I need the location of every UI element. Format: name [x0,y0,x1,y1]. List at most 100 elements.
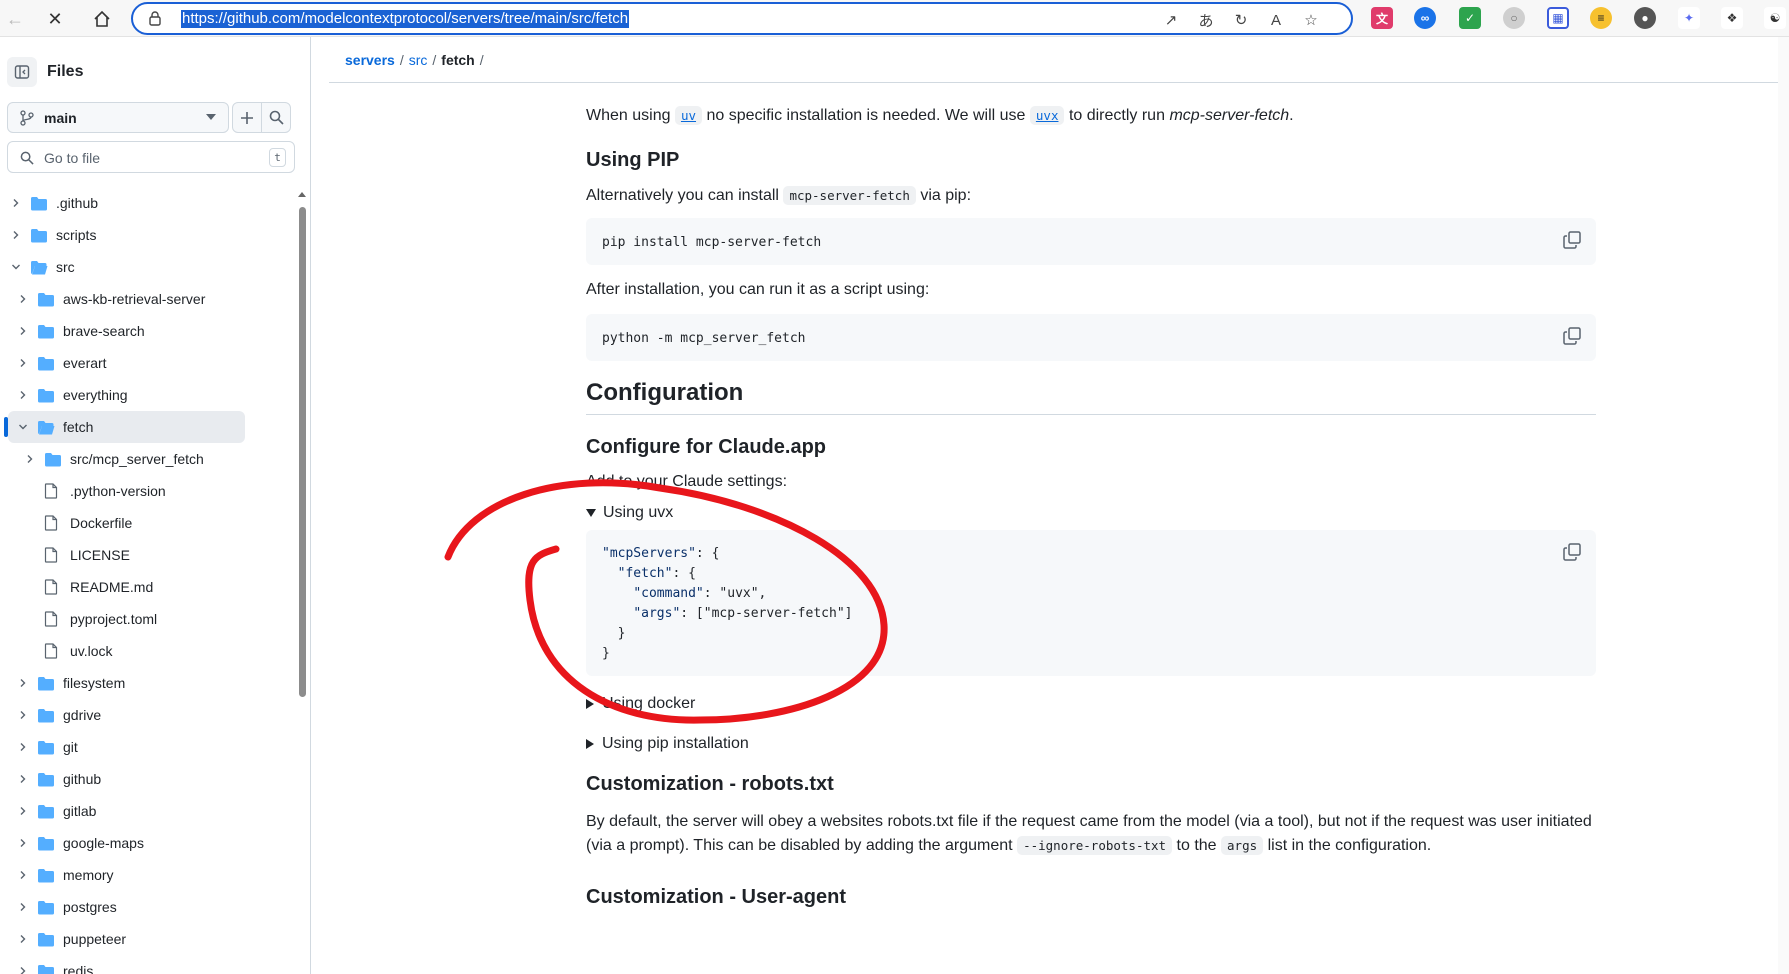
indent [602,566,618,581]
collapse-sidebar-button[interactable] [7,57,37,87]
chevron-right-icon[interactable] [15,291,31,307]
chevron-right-icon[interactable] [15,867,31,883]
tree-item-github[interactable]: github [0,763,245,795]
tree-item-memory[interactable]: memory [0,859,245,891]
tree-item-everart[interactable]: everart [0,347,245,379]
scroll-up-icon[interactable] [298,192,306,197]
go-to-file-input[interactable]: Go to file t [7,141,295,173]
tree-item-puppeteer[interactable]: puppeteer [0,923,245,955]
tree-item-pyproject-toml[interactable]: pyproject.toml [0,603,245,635]
tree-item-python-version[interactable]: .python-version [0,475,245,507]
tree-item-google-maps[interactable]: google-maps [0,827,245,859]
address-bar[interactable]: https://github.com/modelcontextprotocol/… [131,2,1353,35]
chevron-right-icon[interactable] [15,739,31,755]
site-info-icon[interactable] [147,10,163,26]
extension-spiral-icon[interactable]: ○ [1503,7,1525,29]
page-scrollbar[interactable] [1778,37,1789,974]
extension-blue-icon[interactable]: ∞ [1414,7,1436,29]
extension-bars-icon[interactable]: ≡ [1590,7,1612,29]
tree-item-everything[interactable]: everything [0,379,245,411]
tree-item-license[interactable]: LICENSE [0,539,245,571]
sidebar-scrollbar[interactable] [299,207,306,697]
json-value: : ["mcp-server-fetch"] [680,606,852,621]
extension-avatar-icon[interactable]: ● [1634,7,1656,29]
extension-edge-icon[interactable]: ☯ [1764,7,1786,29]
details-using-docker[interactable]: Using docker [586,695,695,713]
indent [602,586,633,601]
tree-item-postgres[interactable]: postgres [0,891,245,923]
spacer [22,579,38,595]
tree-item-gdrive[interactable]: gdrive [0,699,245,731]
heading-user-agent: Customization - User-agent [586,886,846,909]
tree-item-src[interactable]: src [0,251,245,283]
tree-item-brave-search[interactable]: brave-search [0,315,245,347]
tree-item-scripts[interactable]: scripts [0,219,245,251]
read-aloud-icon[interactable]: A [1266,10,1286,30]
chevron-right-icon[interactable] [15,675,31,691]
open-in-app-icon[interactable]: ↗ [1161,10,1181,30]
heading-divider [586,414,1596,415]
copy-icon[interactable] [1562,326,1582,346]
chevron-right-icon[interactable] [15,963,31,974]
chevron-right-icon[interactable] [15,803,31,819]
branch-selector[interactable]: main [7,102,229,133]
tree-item-src-mcp-server-fetch[interactable]: src/mcp_server_fetch [0,443,245,475]
tree-item-git[interactable]: git [0,731,245,763]
tree-item-fetch[interactable]: fetch [8,411,245,443]
extension-shield-icon[interactable]: ✓ [1459,7,1481,29]
extension-window-icon[interactable]: ▦ [1547,7,1569,29]
tree-item-dockerfile[interactable]: Dockerfile [0,507,245,539]
branch-name: main [44,110,77,126]
chevron-right-icon[interactable] [15,771,31,787]
tree-item-filesystem[interactable]: filesystem [0,667,245,699]
copy-icon[interactable] [1562,542,1582,562]
translate-icon[interactable]: あ [1196,10,1216,30]
chevron-right-icon[interactable] [15,707,31,723]
details-using-uvx[interactable]: Using uvx [586,504,673,522]
tree-item-label: filesystem [63,675,125,691]
home-icon[interactable] [89,6,115,32]
copy-icon[interactable] [1562,230,1582,250]
details-using-pip[interactable]: Using pip installation [586,735,749,753]
url-text[interactable]: https://github.com/modelcontextprotocol/… [181,10,629,28]
tree-item-label: gdrive [63,707,101,723]
chevron-right-icon[interactable] [8,195,24,211]
extensions-puzzle-icon[interactable]: ❖ [1721,7,1743,29]
main-content: servers / src / fetch / When using uv no… [329,37,1789,974]
chevron-right-icon[interactable] [15,899,31,915]
inline-code: mcp-server-fetch [783,186,915,205]
chevron-down-icon[interactable] [15,419,31,435]
tree-item-label: everything [63,387,128,403]
back-icon[interactable]: ← [2,6,28,32]
chevron-right-icon[interactable] [15,355,31,371]
chevron-right-icon[interactable] [15,931,31,947]
tree-item-aws-kb-retrieval-server[interactable]: aws-kb-retrieval-server [0,283,245,315]
uv-link[interactable]: uv [675,106,702,125]
breadcrumb-link-servers[interactable]: servers [345,52,395,68]
tree-item-readme-md[interactable]: README.md [0,571,245,603]
folder-open-icon [30,259,48,275]
search-files-button[interactable] [261,102,291,133]
favorite-star-icon[interactable]: ☆ [1301,10,1321,30]
chevron-right-icon[interactable] [15,835,31,851]
uvx-link[interactable]: uvx [1030,106,1065,125]
tree-item-label: uv.lock [70,643,113,659]
tree-item-label: gitlab [63,803,96,819]
tree-item-uv-lock[interactable]: uv.lock [0,635,245,667]
chevron-right-icon[interactable] [8,227,24,243]
extension-translate-icon[interactable]: 文 [1371,7,1393,29]
folder-icon [37,771,55,787]
tree-item-gitlab[interactable]: gitlab [0,795,245,827]
breadcrumb-link-src[interactable]: src [409,52,428,68]
chevron-right-icon[interactable] [22,451,38,467]
folder-icon [37,963,55,974]
tree-item-redis[interactable]: redis [0,955,245,974]
chevron-right-icon[interactable] [15,387,31,403]
tree-item-github[interactable]: .github [0,187,245,219]
stop-icon[interactable]: ✕ [42,6,68,32]
refresh-page-icon[interactable]: ↻ [1231,10,1251,30]
extension-star-icon[interactable]: ✦ [1678,7,1700,29]
chevron-down-icon[interactable] [8,259,24,275]
add-file-button[interactable] [232,102,262,133]
chevron-right-icon[interactable] [15,323,31,339]
